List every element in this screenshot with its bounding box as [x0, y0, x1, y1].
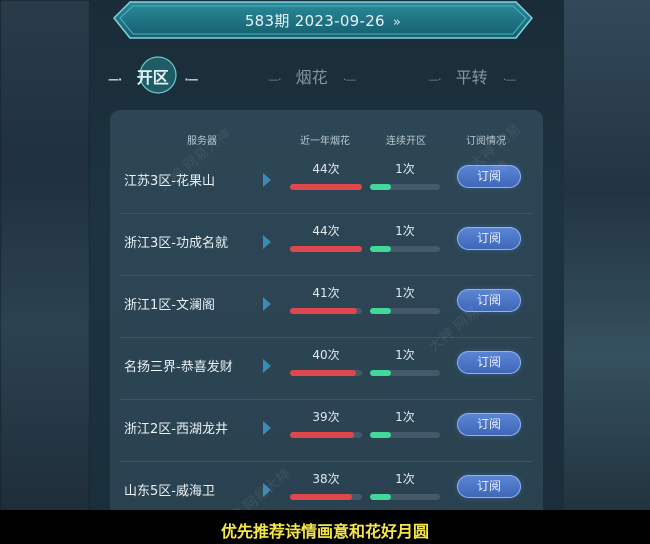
- double-chevron-icon[interactable]: »: [393, 15, 401, 30]
- consecutive-bar: [370, 370, 440, 376]
- fireworks-bar-fill: [290, 370, 356, 376]
- server-name: 山东5区-威海卫: [124, 484, 215, 499]
- background-right: [564, 0, 650, 544]
- fireworks-count: 40次: [312, 348, 340, 362]
- subscribe-button[interactable]: 订阅: [457, 351, 521, 374]
- consecutive-count: 1次: [395, 162, 415, 176]
- banner-date: 583期 2023-09-26: [244, 12, 385, 30]
- consecutive-bar: [370, 308, 440, 314]
- consecutive-bar-fill: [370, 308, 391, 314]
- consecutive-bar-fill: [370, 370, 391, 376]
- fireworks-bar: [290, 370, 362, 376]
- fireworks-bar-fill: [290, 308, 357, 314]
- subscribe-button[interactable]: 订阅: [457, 227, 521, 250]
- fireworks-bar: [290, 184, 362, 190]
- table-row: 浙江1区-文澜阁 41次 1次 订阅: [110, 276, 543, 338]
- consecutive-count: 1次: [395, 224, 415, 238]
- server-name: 浙江2区-西湖龙井: [124, 422, 228, 437]
- consecutive-bar-fill: [370, 432, 391, 438]
- fireworks-count: 38次: [312, 472, 340, 486]
- consecutive-bar: [370, 246, 440, 252]
- fireworks-bar: [290, 246, 362, 252]
- consecutive-bar: [370, 432, 440, 438]
- tab-deco-left: —·: [108, 73, 122, 86]
- consecutive-count: 1次: [395, 472, 415, 486]
- expand-arrow-icon[interactable]: [263, 483, 271, 497]
- fireworks-bar-fill: [290, 184, 362, 190]
- background-left: [0, 0, 90, 544]
- tab-transfer[interactable]: —· 平转 ·—: [428, 64, 516, 88]
- server-table-card: 服务器 近一年烟花 连续开区 订阅情况 江苏3区-花果山 44次 1次 订阅 浙…: [110, 110, 543, 544]
- fireworks-bar-fill: [290, 432, 355, 438]
- issue-banner[interactable]: 583期 2023-09-26 »: [108, 0, 538, 46]
- fireworks-bar: [290, 308, 362, 314]
- consecutive-count: 1次: [395, 348, 415, 362]
- consecutive-bar: [370, 494, 440, 500]
- consecutive-bar-fill: [370, 246, 391, 252]
- expand-arrow-icon[interactable]: [263, 235, 271, 249]
- consecutive-bar: [370, 184, 440, 190]
- tab-bar: —· 开区 ·— —· 烟花 ·— —· 平转 ·—: [100, 56, 560, 96]
- tab-open-server[interactable]: —· 开区 ·—: [108, 64, 199, 88]
- table-row: 浙江3区-功成名就 44次 1次 订阅: [110, 214, 543, 276]
- subscribe-button[interactable]: 订阅: [457, 413, 521, 436]
- fireworks-bar: [290, 494, 362, 500]
- header-server: 服务器: [187, 136, 217, 147]
- fireworks-count: 44次: [312, 224, 340, 238]
- header-consecutive: 连续开区: [386, 136, 426, 147]
- header-subscribe: 订阅情况: [466, 136, 506, 147]
- expand-arrow-icon[interactable]: [263, 359, 271, 373]
- server-name: 浙江3区-功成名就: [124, 236, 228, 251]
- fireworks-bar-fill: [290, 494, 352, 500]
- tab-deco-right: ·—: [184, 73, 198, 86]
- subscribe-button[interactable]: 订阅: [457, 289, 521, 312]
- server-name: 江苏3区-花果山: [124, 174, 215, 189]
- fireworks-bar: [290, 432, 362, 438]
- consecutive-bar-fill: [370, 494, 391, 500]
- header-fireworks: 近一年烟花: [300, 136, 350, 147]
- server-name: 名扬三界-恭喜发财: [124, 360, 233, 375]
- table-row: 浙江2区-西湖龙井 39次 1次 订阅: [110, 400, 543, 462]
- fireworks-count: 39次: [312, 410, 340, 424]
- fireworks-count: 44次: [312, 162, 340, 176]
- consecutive-bar-fill: [370, 184, 391, 190]
- table-row: 名扬三界-恭喜发财 40次 1次 订阅: [110, 338, 543, 400]
- video-caption: 优先推荐诗情画意和花好月圆: [220, 522, 429, 541]
- consecutive-count: 1次: [395, 286, 415, 300]
- subscribe-button[interactable]: 订阅: [457, 165, 521, 188]
- fireworks-bar-fill: [290, 246, 362, 252]
- consecutive-count: 1次: [395, 410, 415, 424]
- subscribe-button[interactable]: 订阅: [457, 475, 521, 498]
- fireworks-count: 41次: [312, 286, 340, 300]
- server-name: 浙江1区-文澜阁: [124, 298, 215, 313]
- expand-arrow-icon[interactable]: [263, 297, 271, 311]
- expand-arrow-icon[interactable]: [263, 421, 271, 435]
- tab-fireworks[interactable]: —· 烟花 ·—: [268, 64, 356, 88]
- expand-arrow-icon[interactable]: [263, 173, 271, 187]
- table-row: 江苏3区-花果山 44次 1次 订阅: [110, 152, 543, 214]
